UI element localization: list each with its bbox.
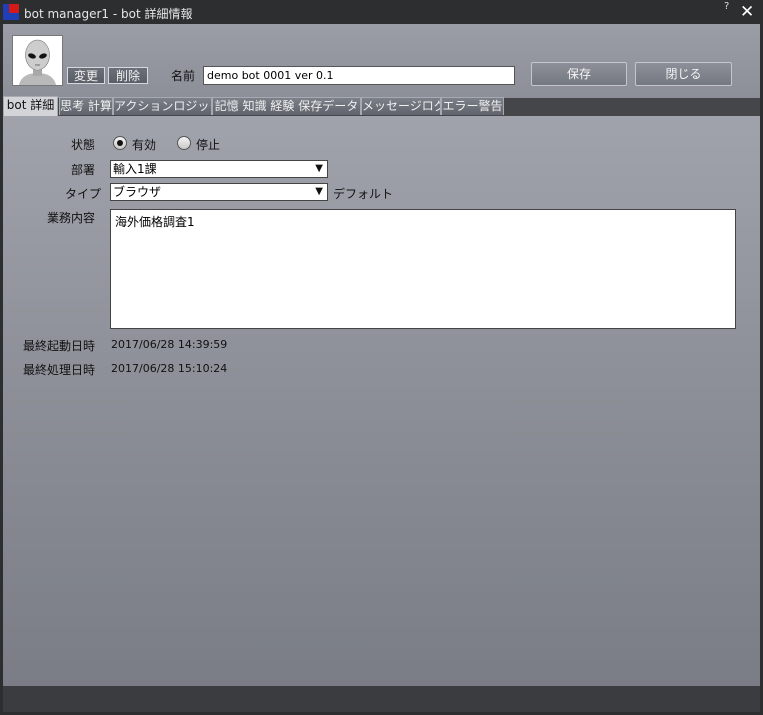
close-icon[interactable]: ✕ <box>740 2 754 22</box>
last-start-value: 2017/06/28 14:39:59 <box>111 338 228 351</box>
dept-select[interactable]: 輸入1課 ▼ <box>110 160 328 178</box>
status-label: 状態 <box>71 138 96 152</box>
status-enabled-radio[interactable] <box>113 136 127 150</box>
type-default-label: デフォルト <box>333 187 394 201</box>
status-enabled-label: 有効 <box>132 138 157 152</box>
status-bar <box>3 686 760 712</box>
type-select-value: ブラウザ <box>113 185 162 199</box>
tab-thinking-calc[interactable]: 思考 計算 <box>59 97 113 115</box>
tab-bot-detail[interactable]: bot 詳細 <box>3 96 58 116</box>
detail-panel: 状態 有効 停止 部署 輸入1課 ▼ タイプ ブラウザ ▼ デフォルト 業務内容… <box>3 116 760 686</box>
alien-avatar-icon <box>13 36 62 85</box>
avatar <box>12 35 63 86</box>
save-button[interactable]: 保存 <box>531 62 627 86</box>
tab-memory-data[interactable]: 記憶 知識 経験 保存データ <box>212 97 361 115</box>
dropdown-arrow-icon: ▼ <box>315 186 323 197</box>
tab-message-log[interactable]: メッセージログ <box>361 97 441 115</box>
change-avatar-button[interactable]: 変更 <box>67 67 105 84</box>
dropdown-arrow-icon: ▼ <box>315 163 323 174</box>
app-icon <box>3 4 19 20</box>
type-label: タイプ <box>65 187 102 201</box>
name-label: 名前 <box>171 69 196 83</box>
status-stopped-label: 停止 <box>196 138 221 152</box>
header-area: 変更 削除 名前 保存 閉じる <box>3 24 760 98</box>
help-icon[interactable]: ? <box>724 1 729 12</box>
close-button[interactable]: 閉じる <box>635 62 732 86</box>
dept-select-value: 輸入1課 <box>113 162 157 176</box>
app-window: bot manager1 - bot 詳細情報 ? ✕ 変更 削除 名前 保存 … <box>0 0 763 715</box>
dept-label: 部署 <box>71 163 96 177</box>
name-input[interactable] <box>203 66 515 85</box>
type-select[interactable]: ブラウザ ▼ <box>110 183 328 201</box>
window-title: bot manager1 - bot 詳細情報 <box>24 7 193 21</box>
tab-bar: bot 詳細 思考 計算 アクションロジック 記憶 知識 経験 保存データ メッ… <box>3 96 760 117</box>
task-textarea[interactable]: 海外価格調査1 <box>110 209 736 329</box>
tab-action-logic[interactable]: アクションロジック <box>113 97 212 115</box>
last-process-value: 2017/06/28 15:10:24 <box>111 362 228 375</box>
status-stopped-radio[interactable] <box>177 136 191 150</box>
last-process-label: 最終処理日時 <box>23 363 96 377</box>
delete-button[interactable]: 削除 <box>108 67 148 84</box>
task-label: 業務内容 <box>47 211 96 225</box>
title-bar[interactable]: bot manager1 - bot 詳細情報 ? ✕ <box>0 0 763 24</box>
tab-error-warning[interactable]: エラー警告 <box>441 97 504 115</box>
last-start-label: 最終起動日時 <box>23 339 96 353</box>
